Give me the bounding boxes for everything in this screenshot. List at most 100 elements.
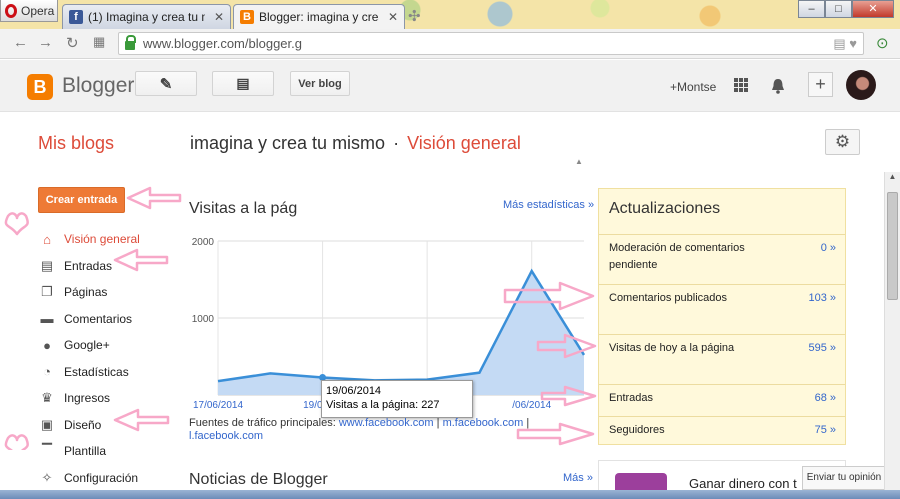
browser-tab-facebook[interactable]: f (1) Imagina y crea tu mism ✕ <box>62 4 231 29</box>
covered-area <box>300 180 490 240</box>
bookmark-heart-icon[interactable]: ▤ ♥ <box>833 36 857 52</box>
minimize-icon[interactable]: – <box>798 0 825 18</box>
scroll-up-icon[interactable]: ▲ <box>885 172 900 181</box>
pages-icon: ❐ <box>41 284 53 300</box>
browser-tab-blogger[interactable]: B Blogger: imagina y crea tu ✕ <box>233 4 405 29</box>
browser-navigation-bar: ← → ↻ ▦ www.blogger.com/blogger.g ▤ ♥ ⊙ <box>0 29 900 59</box>
sidebar-item-label: Comentarios <box>64 311 133 326</box>
pink-heart-annotation <box>4 212 29 236</box>
opera-logo-icon <box>5 3 17 18</box>
updates-panel: Actualizaciones Moderación de comentario… <box>598 188 846 445</box>
sidebar-item-label: Diseño <box>64 417 102 432</box>
source-link[interactable]: l.facebook.com <box>189 430 263 442</box>
theme-background <box>380 0 800 29</box>
reload-icon[interactable]: ↻ <box>66 34 79 52</box>
updates-title: Actualizaciones <box>599 189 845 235</box>
trophy-icon: ♛ <box>41 390 53 406</box>
sidebar-item-layout[interactable]: ▣ Diseño <box>39 412 140 439</box>
update-label: Moderación de comentarios pendiente <box>609 242 745 271</box>
sidebar-item-pages[interactable]: ❐ Páginas <box>39 279 140 306</box>
tooltip-date: 19/06/2014 <box>326 385 382 397</box>
sidebar-item-label: Google+ <box>64 338 110 353</box>
browser-tab-bar: Opera f (1) Imagina y crea tu mism ✕ B B… <box>0 0 900 29</box>
close-window-icon[interactable]: ✕ <box>852 0 894 18</box>
lock-icon <box>125 34 136 50</box>
new-tab-icon[interactable]: ✣ <box>408 7 421 25</box>
sidebar-item-stats[interactable]: ◔ Estadísticas <box>39 359 140 386</box>
close-tab-icon[interactable]: ✕ <box>214 10 224 24</box>
sources-label: Fuentes de tráfico principales: <box>189 417 336 429</box>
title-separator: · <box>393 133 400 153</box>
sidebar-item-earnings[interactable]: ♛ Ingresos <box>39 385 140 412</box>
update-label: Comentarios publicados <box>609 292 728 304</box>
layout-icon: ▣ <box>40 416 54 432</box>
tooltip-value: Visitas a la página: 227 <box>326 399 440 411</box>
send-feedback-button[interactable]: Enviar tu opinión <box>802 466 886 490</box>
update-row-today-visits: Visitas de hoy a la página 595 » <box>599 335 845 385</box>
scroll-thumb[interactable] <box>887 192 898 300</box>
opera-label: Opera <box>21 3 55 18</box>
opera-menu-button[interactable]: Opera <box>0 0 58 22</box>
os-taskbar <box>0 490 900 499</box>
maximize-icon[interactable]: □ <box>825 0 852 18</box>
update-value-link[interactable]: 103 » <box>808 290 836 307</box>
blog-name[interactable]: imagina y crea tu mismo <box>190 133 385 153</box>
update-label: Entradas <box>609 392 654 404</box>
update-row-published-comments: Comentarios publicados 103 » <box>599 285 845 335</box>
update-value-link[interactable]: 0 » <box>821 240 836 257</box>
posts-icon: ▤ <box>40 257 54 273</box>
section-title: Visión general <box>407 133 521 153</box>
address-bar[interactable]: www.blogger.com/blogger.g ▤ ♥ <box>118 32 864 55</box>
back-icon[interactable]: ← <box>13 34 28 51</box>
more-stats-link[interactable]: Más estadísticas » <box>503 199 594 211</box>
download-icon[interactable]: ⊙ <box>876 34 889 52</box>
new-post-pencil-button[interactable]: ✎ <box>135 71 197 96</box>
source-link[interactable]: m.facebook.com <box>443 417 524 429</box>
my-blogs-link[interactable]: Mis blogs <box>38 133 114 154</box>
x-tick-label: 17/06/2014 <box>193 400 243 411</box>
news-title: Noticias de Blogger <box>189 471 328 488</box>
sidebar-item-label: Plantilla <box>64 444 107 459</box>
sidebar-item-posts[interactable]: ▤ Entradas <box>39 253 140 280</box>
avatar[interactable] <box>846 70 876 100</box>
sidebar-item-template[interactable]: ▔ Plantilla <box>39 438 140 465</box>
settings-gear-button[interactable]: ⚙ <box>825 129 860 155</box>
wrench-icon: ✧ <box>41 469 53 485</box>
view-posts-button[interactable]: ▤ <box>212 71 274 96</box>
x-tick-label: /06/2014 <box>512 400 551 411</box>
update-value-link[interactable]: 75 » <box>815 422 836 439</box>
blogger-icon: B <box>240 10 254 24</box>
sidebar-item-comments[interactable]: ▬ Comentarios <box>39 306 140 333</box>
sidebar-item-overview[interactable]: ⌂ Visión general <box>39 226 140 253</box>
apps-grid-icon[interactable] <box>734 78 748 92</box>
tab-title: Blogger: imagina y crea tu <box>259 10 379 24</box>
source-link[interactable]: www.facebook.com <box>339 417 434 429</box>
update-value-link[interactable]: 595 » <box>808 340 836 357</box>
page-title: imagina y crea tu mismo · Visión general <box>190 133 521 154</box>
traffic-sources: Fuentes de tráfico principales: www.face… <box>189 417 530 442</box>
chart-tooltip: 19/06/2014 Visitas a la página: 227 <box>321 380 473 418</box>
news-more-link[interactable]: Más » <box>563 472 593 484</box>
notifications-bell-icon[interactable] <box>770 78 786 94</box>
sidebar-item-settings[interactable]: ✧ Configuración <box>39 465 140 492</box>
comment-icon: ▬ <box>40 311 54 327</box>
forward-icon[interactable]: → <box>38 34 53 51</box>
user-link[interactable]: +Montse <box>670 80 716 94</box>
view-blog-button[interactable]: Ver blog <box>290 71 350 96</box>
page-scrollbar[interactable]: ▲ <box>884 172 900 490</box>
share-plus-button[interactable]: + <box>808 72 833 97</box>
close-tab-icon[interactable]: ✕ <box>388 10 398 24</box>
tab-title: (1) Imagina y crea tu mism <box>88 10 205 24</box>
pencil-icon: ✎ <box>159 75 173 93</box>
sidebar-item-google-plus[interactable]: ● Google+ <box>39 332 140 359</box>
update-value-link[interactable]: 68 » <box>815 390 836 407</box>
sidebar-item-label: Visión general <box>64 232 140 247</box>
speed-dial-icon[interactable]: ▦ <box>93 34 105 50</box>
create-post-button[interactable]: Crear entrada <box>38 187 125 213</box>
url-text: www.blogger.com/blogger.g <box>143 36 302 51</box>
scroll-up-arrow-icon: ▲ <box>575 157 583 166</box>
update-row-pending-comments: Moderación de comentarios pendiente 0 » <box>599 235 845 285</box>
blogger-brand[interactable]: Blogger <box>62 74 134 98</box>
blogger-logo-icon[interactable]: B <box>27 74 53 100</box>
chart-area <box>218 271 584 395</box>
